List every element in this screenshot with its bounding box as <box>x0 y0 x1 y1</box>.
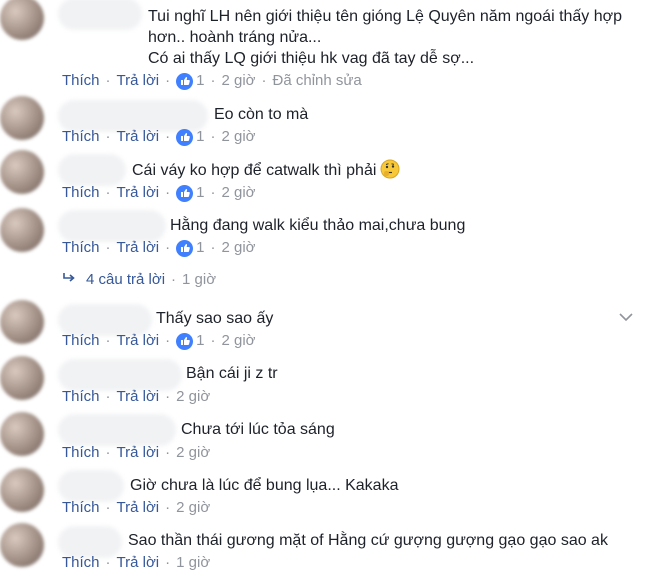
thumbs-up-icon[interactable] <box>176 332 194 350</box>
like-button[interactable]: Thích <box>62 387 100 407</box>
comment-actions: Thích · Trả lời · 2 giờ <box>62 498 211 518</box>
comment-actions: Thích · Trả lời · 1 · 2 giờ <box>62 127 256 147</box>
comment-actions: Thích · Trả lời · 2 giờ <box>62 387 211 407</box>
view-replies-row: 4 câu trả lời · 1 giờ <box>62 270 216 290</box>
like-button[interactable]: Thích <box>62 331 100 351</box>
avatar[interactable] <box>0 300 44 344</box>
reply-button[interactable]: Trả lời <box>117 553 160 573</box>
edited-label[interactable]: Đã chỉnh sửa <box>273 71 362 91</box>
timestamp[interactable]: 2 giờ <box>221 71 255 91</box>
like-button[interactable]: Thích <box>62 183 100 203</box>
reply-button[interactable]: Trả lời <box>117 387 160 407</box>
author-name-blurred[interactable] <box>58 414 176 446</box>
timestamp[interactable]: 1 giờ <box>176 553 210 573</box>
like-count[interactable]: 1 <box>196 331 204 351</box>
comment-text: Hằng đang walk kiểu thảo mai,chưa bung <box>170 217 466 234</box>
comment-actions: Thích · Trả lời · 1 · 2 giờ <box>62 238 256 258</box>
comment-actions: Thích · Trả lời · 1 · 2 giờ <box>62 183 256 203</box>
timestamp[interactable]: 2 giờ <box>221 331 255 351</box>
like-button[interactable]: Thích <box>62 553 100 573</box>
like-count[interactable]: 1 <box>196 127 204 147</box>
timestamp[interactable]: 2 giờ <box>221 238 255 258</box>
reply-button[interactable]: Trả lời <box>117 183 160 203</box>
avatar[interactable] <box>0 96 44 140</box>
view-replies-link[interactable]: 4 câu trả lời <box>86 270 165 290</box>
comment-text: Tui nghĩ LH nên giới thiệu tên gióng Lệ … <box>148 8 623 67</box>
comment-text: Chưa tới lúc tỏa sáng <box>181 421 335 438</box>
avatar[interactable] <box>0 523 44 567</box>
comment-text: Thấy sao sao ấy <box>156 310 274 327</box>
avatar[interactable] <box>0 468 44 512</box>
like-button[interactable]: Thích <box>62 443 100 463</box>
thinking-face-icon <box>380 159 400 185</box>
timestamp[interactable]: 2 giờ <box>176 387 210 407</box>
author-name-blurred[interactable] <box>58 0 142 30</box>
avatar[interactable] <box>0 356 44 400</box>
timestamp[interactable]: 2 giờ <box>176 443 210 463</box>
avatar[interactable] <box>0 208 44 252</box>
reply-button[interactable]: Trả lời <box>117 331 160 351</box>
avatar[interactable] <box>0 0 44 40</box>
thumbs-up-icon[interactable] <box>176 184 194 202</box>
comment-text: Bận cái ji z tr <box>186 365 278 382</box>
timestamp[interactable]: 2 giờ <box>176 498 210 518</box>
like-count[interactable]: 1 <box>196 71 204 91</box>
comment-actions: Thích · Trả lời · 1 · 2 giờ <box>62 331 256 351</box>
thumbs-up-icon[interactable] <box>176 72 194 90</box>
reply-button[interactable]: Trả lời <box>117 443 160 463</box>
comment-text: Eo còn to mà <box>214 106 309 123</box>
like-button[interactable]: Thích <box>62 238 100 258</box>
like-button[interactable]: Thích <box>62 127 100 147</box>
reply-arrow-icon[interactable] <box>62 270 76 290</box>
like-button[interactable]: Thích <box>62 498 100 518</box>
reply-button[interactable]: Trả lời <box>117 238 160 258</box>
timestamp[interactable]: 2 giờ <box>221 183 255 203</box>
comment-actions: Thích · Trả lời · 1 giờ <box>62 553 211 573</box>
thumbs-up-icon[interactable] <box>176 239 194 257</box>
like-count[interactable]: 1 <box>196 183 204 203</box>
chevron-down-icon[interactable] <box>618 309 634 325</box>
like-count[interactable]: 1 <box>196 238 204 258</box>
comment-text: Giờ chưa là lúc để bung lụa... Kakaka <box>130 477 399 494</box>
like-button[interactable]: Thích <box>62 71 100 91</box>
reply-button[interactable]: Trả lời <box>117 127 160 147</box>
comment-text: Cái váy ko hợp để catwalk thì phải <box>132 159 400 185</box>
avatar[interactable] <box>0 412 44 456</box>
comment-text: Sao thần thái gương mặt of Hằng cứ gượng… <box>128 532 608 549</box>
comment-actions: Thích · Trả lời · 2 giờ <box>62 443 211 463</box>
reply-button[interactable]: Trả lời <box>117 71 160 91</box>
timestamp[interactable]: 1 giờ <box>182 270 216 290</box>
reply-button[interactable]: Trả lời <box>117 498 160 518</box>
thumbs-up-icon[interactable] <box>176 128 194 146</box>
avatar[interactable] <box>0 150 44 194</box>
comment-actions: Thích · Trả lời · 1 · 2 giờ · Đã chỉnh s… <box>62 71 362 91</box>
timestamp[interactable]: 2 giờ <box>221 127 255 147</box>
author-name-blurred[interactable] <box>58 154 126 186</box>
